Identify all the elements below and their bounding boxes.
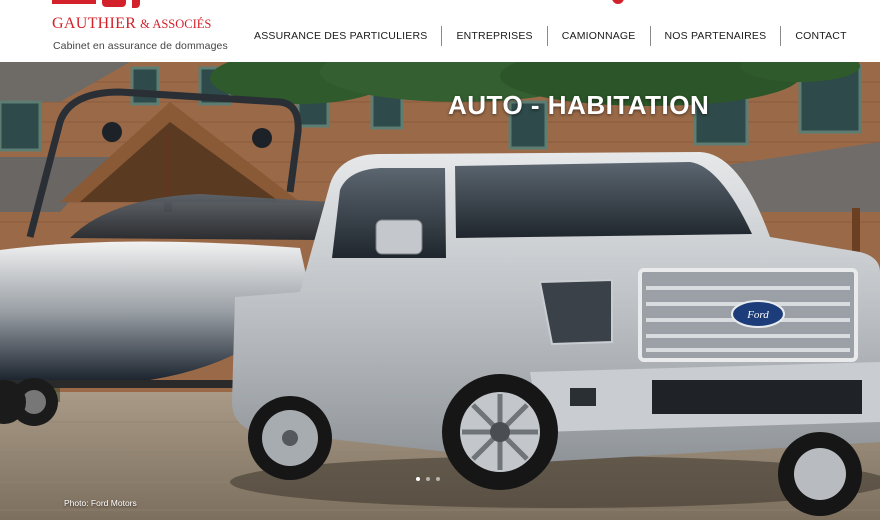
- ford-badge: Ford: [746, 309, 769, 321]
- hero-photo: Ford: [0, 62, 880, 520]
- corner-logo-icon: [612, 0, 624, 4]
- slider-dot[interactable]: [426, 477, 430, 481]
- brand-logo[interactable]: GAUTHIER & ASSOCIÉS: [52, 15, 211, 33]
- photo-credit: Photo: Ford Motors: [64, 498, 137, 508]
- hero-banner: Ford AUTO - HABITATION Photo: Ford Motor…: [0, 62, 880, 520]
- brand-suffix: & ASSOCIÉS: [140, 17, 212, 31]
- slider-dot[interactable]: [416, 477, 420, 481]
- hero-title: AUTO - HABITATION: [448, 90, 710, 120]
- brand-tagline: Cabinet en assurance de dommages: [53, 40, 228, 52]
- nav-item-contact[interactable]: CONTACT: [781, 26, 860, 46]
- brand-name: GAUTHIER: [52, 15, 137, 32]
- nav-item-camionnage[interactable]: CAMIONNAGE: [548, 26, 650, 46]
- logo-mark-icon[interactable]: [52, 0, 178, 10]
- nav-item-entreprises[interactable]: ENTREPRISES: [442, 26, 546, 46]
- slider-dot[interactable]: [436, 477, 440, 481]
- slider-dots: [416, 477, 440, 481]
- nav-item-particuliers[interactable]: ASSURANCE DES PARTICULIERS: [240, 26, 441, 46]
- nav-item-partenaires[interactable]: NOS PARTENAIRES: [651, 26, 781, 46]
- site-header: GAUTHIER & ASSOCIÉS Cabinet en assurance…: [0, 0, 880, 62]
- main-nav: ASSURANCE DES PARTICULIERS ENTREPRISES C…: [240, 26, 861, 46]
